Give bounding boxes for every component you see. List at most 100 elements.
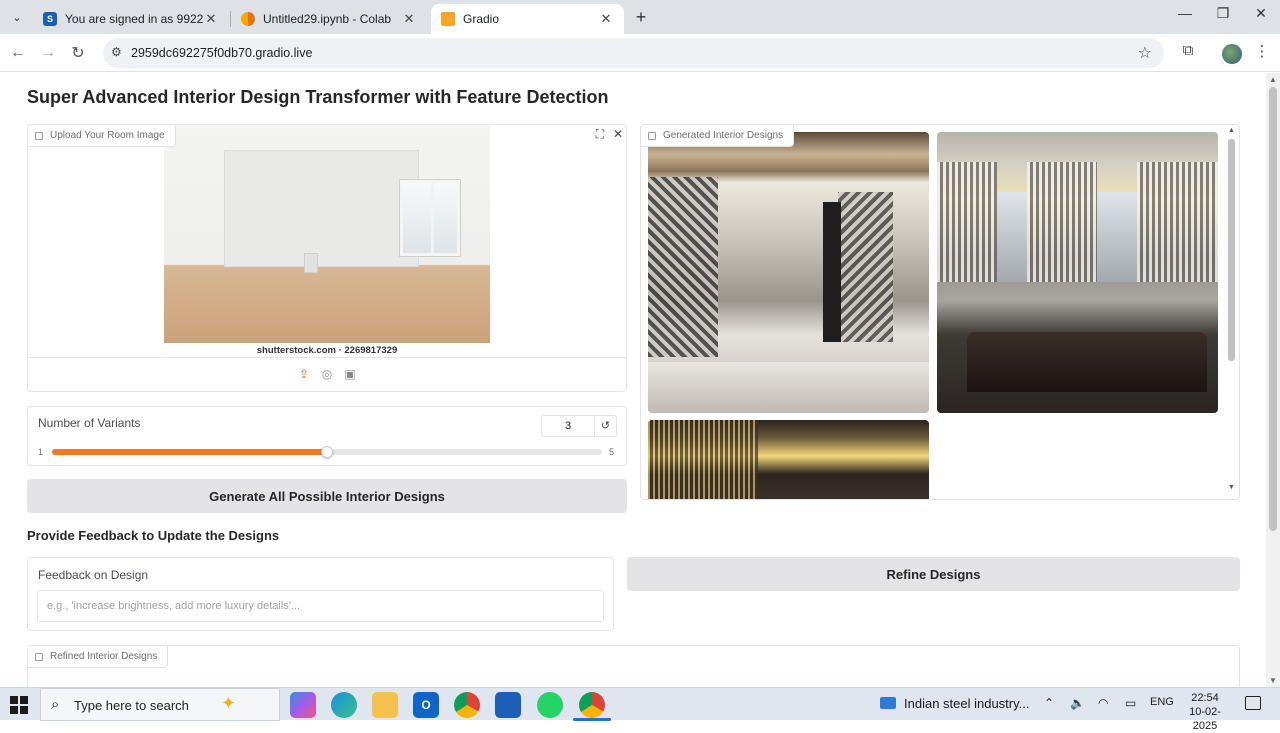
taskbar-search[interactable]: ⌕ Type here to search ✦ <box>40 688 280 721</box>
gradio-icon <box>441 12 455 26</box>
generated-design-2[interactable] <box>937 132 1218 413</box>
close-window-icon[interactable]: ✕ <box>1246 5 1276 22</box>
refine-designs-button[interactable]: Refine Designs <box>627 557 1240 591</box>
page-title: Super Advanced Interior Design Transform… <box>27 87 609 107</box>
upload-source-bar: ⇪ ◎ ▣ <box>28 357 626 391</box>
tab-title: Gradio <box>463 12 500 26</box>
tab-signed-in[interactable]: S You are signed in as 99220040 ✕ <box>33 4 229 34</box>
new-tab-button[interactable]: + <box>631 7 651 28</box>
variants-label: Number of Variants <box>38 416 141 430</box>
store-app-icon[interactable] <box>495 692 521 718</box>
close-tab-icon[interactable]: ✕ <box>203 11 219 27</box>
fullscreen-icon[interactable]: ⛶ <box>593 127 607 142</box>
news-icon <box>880 697 896 709</box>
clock-date: 10-02-2025 <box>1189 706 1221 732</box>
clipboard-icon[interactable]: ▣ <box>343 367 358 382</box>
variants-value[interactable]: 3 <box>542 420 594 432</box>
news-text: Indian steel industry... <box>904 696 1030 711</box>
image-icon <box>648 132 656 140</box>
generated-gallery-block: Generated Interior Designs ▲ ▼ <box>640 124 1240 500</box>
copilot-sparkle-icon: ✦ <box>221 693 237 713</box>
reload-icon[interactable]: ↻ <box>66 41 90 65</box>
outlook-app-icon[interactable]: O <box>413 692 439 718</box>
scroll-up-icon[interactable]: ▲ <box>1269 75 1277 84</box>
edge-app-icon[interactable] <box>331 692 357 718</box>
show-hidden-icons[interactable]: ⌃ <box>1044 696 1054 710</box>
chrome-active-icon[interactable] <box>579 692 605 718</box>
tab-colab[interactable]: Untitled29.ipynb - Colab ✕ <box>231 4 427 34</box>
image-watermark: shutterstock.com · 2269817329 <box>256 345 398 356</box>
clear-image-icon[interactable]: ✕ <box>611 127 625 141</box>
refined-label-text: Refined Interior Designs <box>50 651 158 662</box>
browser-toolbar: ← → ↻ ⚙ 2959dc692275f0db70.gradio.live ☆… <box>0 34 1280 72</box>
refined-label: Refined Interior Designs <box>28 646 169 668</box>
gallery-scrollbar[interactable]: ▲ ▼ <box>1226 125 1238 493</box>
upload-label-text: Upload Your Room Image <box>50 130 165 141</box>
page-scroll-thumb[interactable] <box>1269 87 1277 531</box>
generate-designs-button[interactable]: Generate All Possible Interior Designs <box>27 479 627 513</box>
slider-handle[interactable] <box>321 446 333 458</box>
variants-number-input[interactable]: 3 ↺ <box>541 415 617 437</box>
search-placeholder: Type here to search <box>74 698 189 713</box>
browser-tab-bar: ⌄ S You are signed in as 99220040 ✕ Unti… <box>0 0 1280 34</box>
chrome-app-icon[interactable] <box>454 692 480 718</box>
close-tab-icon[interactable]: ✕ <box>401 11 417 27</box>
address-bar[interactable]: ⚙ 2959dc692275f0db70.gradio.live ☆ <box>103 38 1164 68</box>
slider-min: 1 <box>38 447 44 457</box>
bookmark-star-icon[interactable]: ☆ <box>1138 43 1152 63</box>
reset-icon[interactable]: ↺ <box>594 416 616 436</box>
close-tab-icon[interactable]: ✕ <box>598 11 614 27</box>
upload-label: Upload Your Room Image <box>28 125 176 147</box>
extensions-icon[interactable]: ⧉ <box>1177 42 1199 64</box>
file-explorer-icon[interactable] <box>372 692 398 718</box>
tab-title: You are signed in as 99220040 <box>65 12 203 26</box>
gradio-page: Super Advanced Interior Design Transform… <box>0 73 1266 687</box>
url-text[interactable]: 2959dc692275f0db70.gradio.live <box>131 46 312 60</box>
news-widget[interactable]: Indian steel industry... <box>880 696 1030 711</box>
upload-icon[interactable]: ⇪ <box>297 367 312 382</box>
generated-design-3[interactable] <box>648 420 929 499</box>
clock-time: 22:54 <box>1191 692 1219 704</box>
menu-dots-icon[interactable]: ⋮ <box>1251 42 1273 64</box>
uploaded-room-image <box>164 125 490 343</box>
tab-search-button[interactable]: ⌄ <box>6 6 28 28</box>
generated-design-1[interactable] <box>648 132 929 413</box>
site-info-icon[interactable]: ⚙ <box>111 45 122 59</box>
profile-avatar[interactable] <box>1222 44 1242 64</box>
scroll-down-icon[interactable]: ▼ <box>1228 484 1235 491</box>
feedback-heading: Provide Feedback to Update the Designs <box>27 528 280 543</box>
image-icon <box>35 653 43 661</box>
image-upload-block[interactable]: Upload Your Room Image ⛶ ✕ shutterstock.… <box>27 124 627 392</box>
notifications-icon[interactable] <box>1245 696 1261 710</box>
wifi-icon[interactable]: ◠ <box>1098 696 1108 710</box>
forward-icon[interactable]: → <box>36 41 60 65</box>
variants-slider[interactable] <box>52 446 602 458</box>
whatsapp-app-icon[interactable] <box>537 692 563 718</box>
tab-gradio[interactable]: Gradio ✕ <box>431 4 624 34</box>
windows-start-icon[interactable] <box>10 696 28 714</box>
scroll-up-icon[interactable]: ▲ <box>1228 127 1235 134</box>
scroll-down-icon[interactable]: ▼ <box>1269 676 1277 685</box>
image-icon <box>35 132 43 140</box>
back-icon[interactable]: ← <box>6 41 30 65</box>
language-indicator[interactable]: ENG <box>1150 696 1174 708</box>
minimize-icon[interactable]: — <box>1170 5 1200 21</box>
gallery-label: Generated Interior Designs <box>641 125 795 147</box>
s-logo-icon: S <box>43 12 57 26</box>
feedback-input[interactable] <box>37 590 604 622</box>
variants-slider-block: Number of Variants 3 ↺ 1 5 <box>27 406 627 466</box>
clock[interactable]: 22:54 10-02-2025 <box>1178 691 1232 733</box>
slider-max: 5 <box>609 447 615 457</box>
volume-icon[interactable]: 🔈 <box>1070 696 1085 710</box>
tab-title: Untitled29.ipynb - Colab <box>263 12 392 26</box>
webcam-icon[interactable]: ◎ <box>320 367 335 382</box>
page-scrollbar[interactable]: ▲ ▼ <box>1266 73 1280 687</box>
refined-gallery-block: Refined Interior Designs <box>27 645 1240 687</box>
search-icon: ⌕ <box>51 696 60 713</box>
gallery-scroll-thumb[interactable] <box>1228 139 1235 361</box>
feedback-label: Feedback on Design <box>38 568 149 582</box>
battery-icon[interactable]: ▭ <box>1125 696 1136 710</box>
copilot-app-icon[interactable] <box>290 692 316 718</box>
maximize-icon[interactable]: ❐ <box>1208 5 1238 22</box>
room-window <box>400 180 460 256</box>
